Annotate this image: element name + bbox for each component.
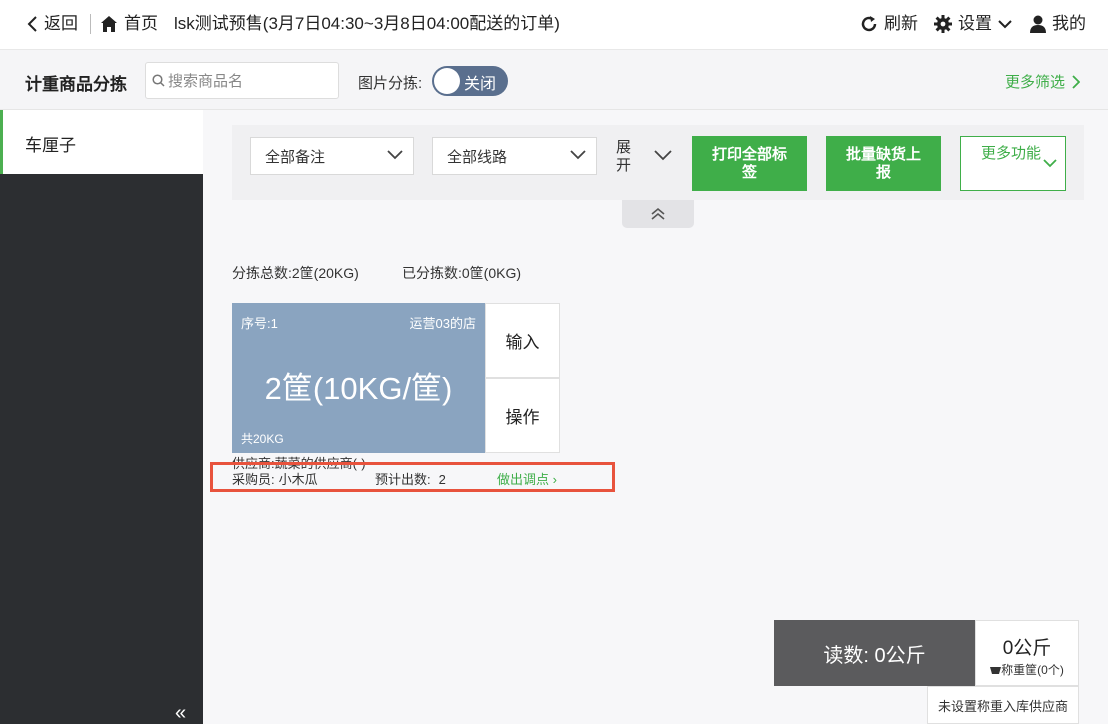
gear-icon xyxy=(934,15,952,33)
input-button[interactable]: 输入 xyxy=(485,303,560,378)
toggle-knob xyxy=(434,68,460,94)
back-button[interactable]: 返回 xyxy=(26,12,78,36)
batch-shortage-report-button[interactable]: 批量缺货上报 xyxy=(826,136,941,191)
scale-reading: 读数: 0公斤 xyxy=(774,620,975,686)
profile-button[interactable]: 我的 xyxy=(1030,12,1086,36)
toolbar: 计重商品分拣 搜索商品名 图片分拣: 关闭 更多筛选 xyxy=(0,50,1108,110)
back-label: 返回 xyxy=(44,14,78,33)
print-all-labels-button[interactable]: 打印全部标签 xyxy=(692,136,807,191)
route-select[interactable]: 全部线路 xyxy=(432,137,597,175)
profile-label: 我的 xyxy=(1052,14,1086,33)
more-filters-link[interactable]: 更多筛选 xyxy=(1005,71,1081,92)
image-sort-label: 图片分拣: xyxy=(358,75,423,92)
action-button[interactable]: 操作 xyxy=(485,378,560,453)
chevron-down-icon xyxy=(998,20,1012,29)
home-icon xyxy=(101,16,117,32)
basket-icon xyxy=(990,667,1002,674)
search-input[interactable]: 搜索商品名 xyxy=(145,62,339,99)
sorted-summary: 已分拣数:0筐(0KG) xyxy=(402,263,521,283)
chevron-down-icon xyxy=(654,150,672,161)
sidebar-item-label: 车厘子 xyxy=(25,136,76,155)
highlight-box xyxy=(210,462,615,492)
total-value: 2筐(20KG) xyxy=(291,265,359,281)
sidebar-empty-area: « xyxy=(0,174,203,724)
sort-item-card[interactable]: 序号:1 运营03的店 2筐(10KG/筐) 共20KG xyxy=(232,303,485,453)
home-label: 首页 xyxy=(124,14,158,33)
card-sequence: 序号:1 xyxy=(241,316,278,331)
sidebar-item-cherries[interactable]: 车厘子 xyxy=(0,110,203,174)
user-icon xyxy=(1030,15,1046,33)
refresh-label: 刷新 xyxy=(884,14,918,33)
no-supplier-notice[interactable]: 未设置称重入库供应商 xyxy=(927,686,1079,724)
chevron-down-icon xyxy=(387,150,403,160)
sort-total-summary: 分拣总数:2筐(20KG) xyxy=(232,263,359,283)
settings-button[interactable]: 设置 xyxy=(934,12,1012,36)
remark-select[interactable]: 全部备注 xyxy=(250,137,414,175)
chevron-down-icon xyxy=(1043,159,1057,168)
weight-panel: 0公斤 称重筐(0个) xyxy=(975,620,1079,686)
tare-label: 称重筐(0个) xyxy=(1001,663,1064,677)
page-title: lsk测试预售(3月7日04:30~3月8日04:00配送的订单) xyxy=(174,14,560,33)
refresh-button[interactable]: 刷新 xyxy=(860,12,918,36)
done-label: 已分拣数: xyxy=(402,265,462,281)
weight-value: 0公斤 xyxy=(1002,638,1052,659)
section-title: 计重商品分拣 xyxy=(25,75,127,94)
more-filters-label: 更多筛选 xyxy=(1005,74,1066,91)
collapse-sidebar-icon[interactable]: « xyxy=(175,702,186,724)
chevron-right-icon xyxy=(1072,74,1081,89)
chevron-down-icon xyxy=(570,150,586,160)
home-button[interactable]: 首页 xyxy=(100,12,158,36)
total-label: 分拣总数: xyxy=(232,265,292,281)
search-placeholder: 搜索商品名 xyxy=(168,73,244,90)
more-functions-label: 更多功能 xyxy=(981,145,1042,162)
more-functions-button[interactable]: 更多功能 xyxy=(960,136,1066,191)
toggle-label: 关闭 xyxy=(464,76,497,93)
top-nav-bar: 返回 首页 lsk测试预售(3月7日04:30~3月8日04:00配送的订单) … xyxy=(0,0,1108,50)
settings-label: 设置 xyxy=(958,14,992,33)
expand-toggle[interactable]: 展开 xyxy=(616,139,678,179)
filter-bar: 全部备注 全部线路 展开 打印全部标签 批量缺货上报 更多功能 xyxy=(232,125,1084,200)
expand-label: 展开 xyxy=(616,139,632,174)
card-total: 共20KG xyxy=(241,432,284,446)
image-sort-toggle[interactable]: 关闭 xyxy=(432,66,508,96)
card-quantity: 2筐(10KG/筐) xyxy=(264,371,453,406)
collapse-filter-button[interactable] xyxy=(622,200,694,228)
refresh-icon xyxy=(861,16,877,32)
done-value: 0筐(0KG) xyxy=(461,265,522,281)
tare-basket[interactable]: 称重筐(0个) xyxy=(976,661,1078,678)
double-chevron-up-icon xyxy=(651,207,665,220)
search-icon xyxy=(152,74,165,87)
card-shop: 运营03的店 xyxy=(409,316,476,331)
route-select-value: 全部线路 xyxy=(447,148,508,166)
chevron-left-icon xyxy=(27,16,37,32)
divider xyxy=(90,14,91,34)
remark-select-value: 全部备注 xyxy=(265,148,326,166)
